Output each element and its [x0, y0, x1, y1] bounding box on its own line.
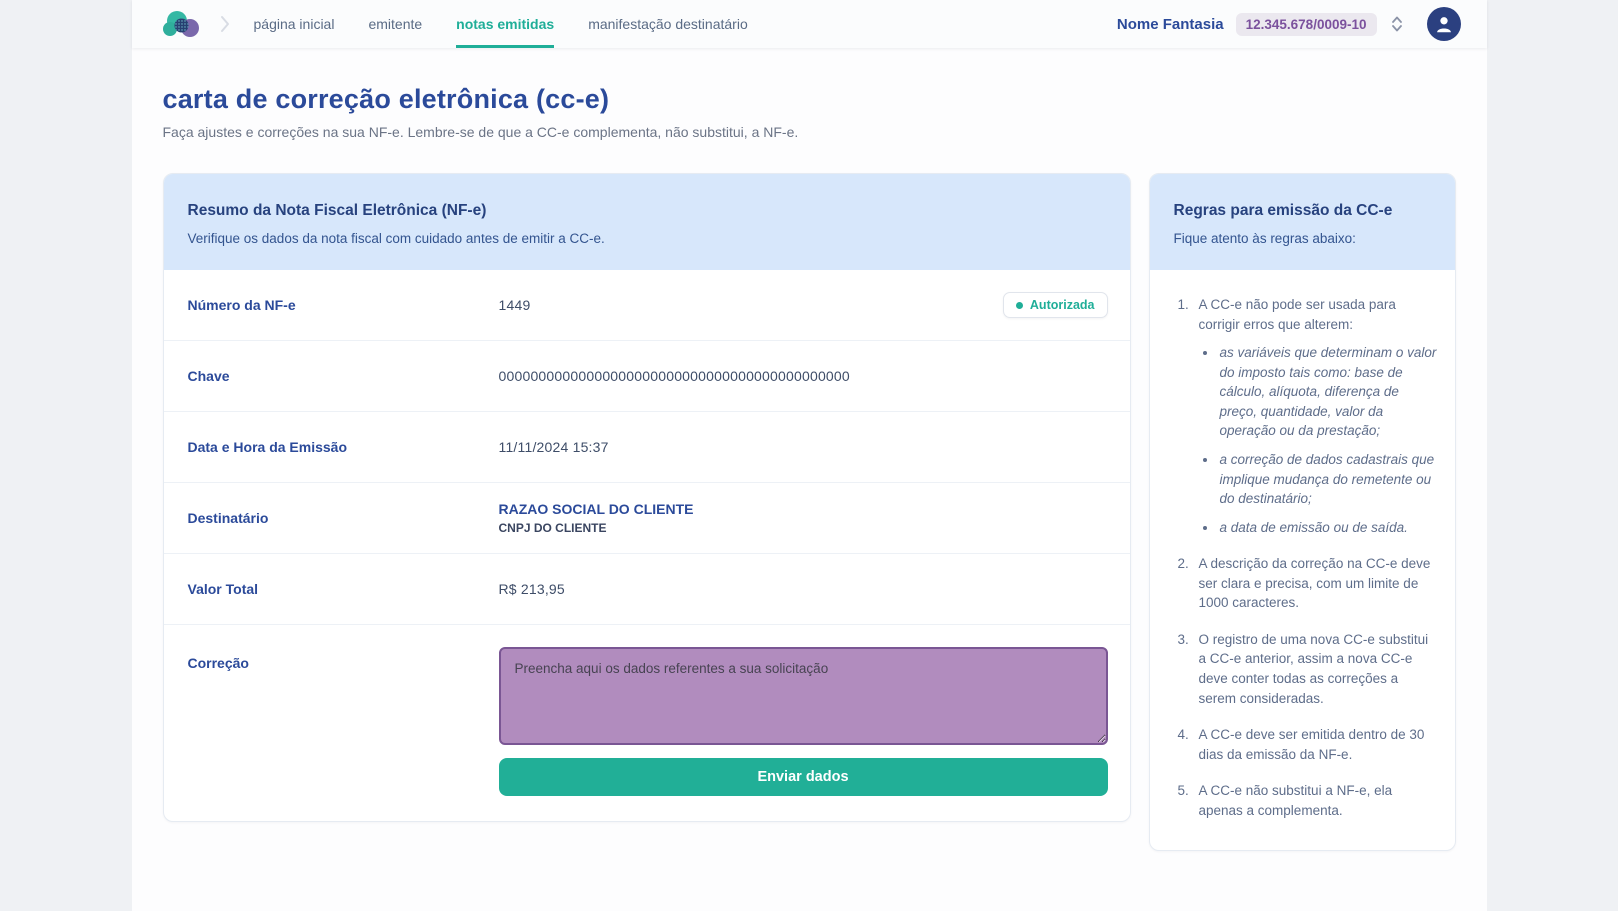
rules-card-subtitle: Fique atento às regras abaixo: — [1174, 231, 1431, 246]
app-container: página inicial emitente notas emitidas m… — [132, 0, 1487, 911]
cloud-logo-icon — [160, 8, 204, 40]
recipient-name: RAZAO SOCIAL DO CLIENTE — [499, 501, 1108, 517]
rule-bullet: as variáveis que determinam o valor do i… — [1218, 343, 1437, 441]
recipient-value: RAZAO SOCIAL DO CLIENTE CNPJ DO CLIENTE — [499, 501, 1108, 535]
recipient-label: Destinatário — [188, 510, 499, 526]
row-correction: Correção Enviar dados — [164, 625, 1130, 821]
status-badge: Autorizada — [1003, 292, 1108, 318]
nav-right: Nome Fantasia 12.345.678/0009-10 — [1117, 7, 1461, 41]
rules-list: A CC-e não pode ser usada para corrigir … — [1172, 295, 1437, 820]
emission-label: Data e Hora da Emissão — [188, 439, 499, 455]
rule-sub-bullets: as variáveis que determinam o valor do i… — [1199, 343, 1437, 537]
row-emission-datetime: Data e Hora da Emissão 11/11/2024 15:37 — [164, 412, 1130, 483]
nav-menu: página inicial emitente notas emitidas m… — [254, 0, 748, 48]
row-chave: Chave 0000000000000000000000000000000000… — [164, 341, 1130, 412]
correction-textarea[interactable] — [499, 647, 1108, 745]
row-recipient: Destinatário RAZAO SOCIAL DO CLIENTE CNP… — [164, 483, 1130, 554]
nfe-number-value: 1449 — [499, 297, 1003, 313]
summary-card-subtitle: Verifique os dados da nota fiscal com cu… — [188, 231, 1106, 246]
company-switcher-icon[interactable] — [1391, 15, 1403, 33]
nav-item-notas-emitidas[interactable]: notas emitidas — [456, 0, 554, 48]
company-cnpj-badge[interactable]: 12.345.678/0009-10 — [1236, 13, 1377, 36]
correction-label: Correção — [188, 647, 499, 671]
rules-body: A CC-e não pode ser usada para corrigir … — [1150, 270, 1455, 850]
total-label: Valor Total — [188, 581, 499, 597]
total-value: R$ 213,95 — [499, 581, 1108, 597]
rules-card-header: Regras para emissão da CC-e Fique atento… — [1150, 174, 1455, 270]
row-total-value: Valor Total R$ 213,95 — [164, 554, 1130, 625]
main-content: carta de correção eletrônica (cc-e) Faça… — [132, 48, 1487, 851]
recipient-doc: CNPJ DO CLIENTE — [499, 521, 1108, 535]
rules-card: Regras para emissão da CC-e Fique atento… — [1149, 173, 1456, 851]
row-nfe-number: Número da NF-e 1449 Autorizada — [164, 270, 1130, 341]
chave-value: 0000000000000000000000000000000000000000… — [499, 368, 1108, 384]
user-avatar[interactable] — [1427, 7, 1461, 41]
emission-value: 11/11/2024 15:37 — [499, 439, 1108, 455]
app-logo[interactable] — [160, 8, 204, 40]
content-row: Resumo da Nota Fiscal Eletrônica (NF-e) … — [163, 173, 1456, 851]
summary-card-title: Resumo da Nota Fiscal Eletrônica (NF-e) — [188, 202, 1106, 220]
nav-left: página inicial emitente notas emitidas m… — [160, 0, 748, 48]
page-title: carta de correção eletrônica (cc-e) — [163, 84, 1456, 115]
nav-item-manifestacao-destinatario[interactable]: manifestação destinatário — [588, 0, 748, 48]
chave-label: Chave — [188, 368, 499, 384]
rule-item: A CC-e não substitui a NF-e, ela apenas … — [1193, 781, 1437, 820]
person-icon — [1433, 13, 1455, 35]
nfe-summary-card: Resumo da Nota Fiscal Eletrônica (NF-e) … — [163, 173, 1131, 822]
top-nav: página inicial emitente notas emitidas m… — [132, 0, 1487, 48]
rule-bullet: a correção de dados cadastrais que impli… — [1218, 450, 1437, 509]
rules-card-title: Regras para emissão da CC-e — [1174, 202, 1431, 220]
correction-area: Enviar dados — [499, 647, 1108, 796]
rule-item: O registro de uma nova CC-e substitui a … — [1193, 630, 1437, 708]
rule-text: A CC-e não pode ser usada para corrigir … — [1199, 297, 1396, 332]
status-dot-icon — [1016, 302, 1023, 309]
summary-card-header: Resumo da Nota Fiscal Eletrônica (NF-e) … — [164, 174, 1130, 270]
nav-item-pagina-inicial[interactable]: página inicial — [254, 0, 335, 48]
submit-button[interactable]: Enviar dados — [499, 758, 1108, 796]
status-badge-label: Autorizada — [1030, 298, 1095, 312]
breadcrumb-chevron-icon — [218, 14, 232, 34]
nav-item-emitente[interactable]: emitente — [368, 0, 422, 48]
rule-item: A descrição da correção na CC-e deve ser… — [1193, 554, 1437, 613]
rule-bullet: a data de emissão ou de saída. — [1218, 518, 1437, 538]
page-subtitle: Faça ajustes e correções na sua NF-e. Le… — [163, 124, 1456, 140]
company-name: Nome Fantasia — [1117, 16, 1224, 33]
rule-item: A CC-e deve ser emitida dentro de 30 dia… — [1193, 725, 1437, 764]
nfe-number-label: Número da NF-e — [188, 297, 499, 313]
rule-item: A CC-e não pode ser usada para corrigir … — [1193, 295, 1437, 537]
